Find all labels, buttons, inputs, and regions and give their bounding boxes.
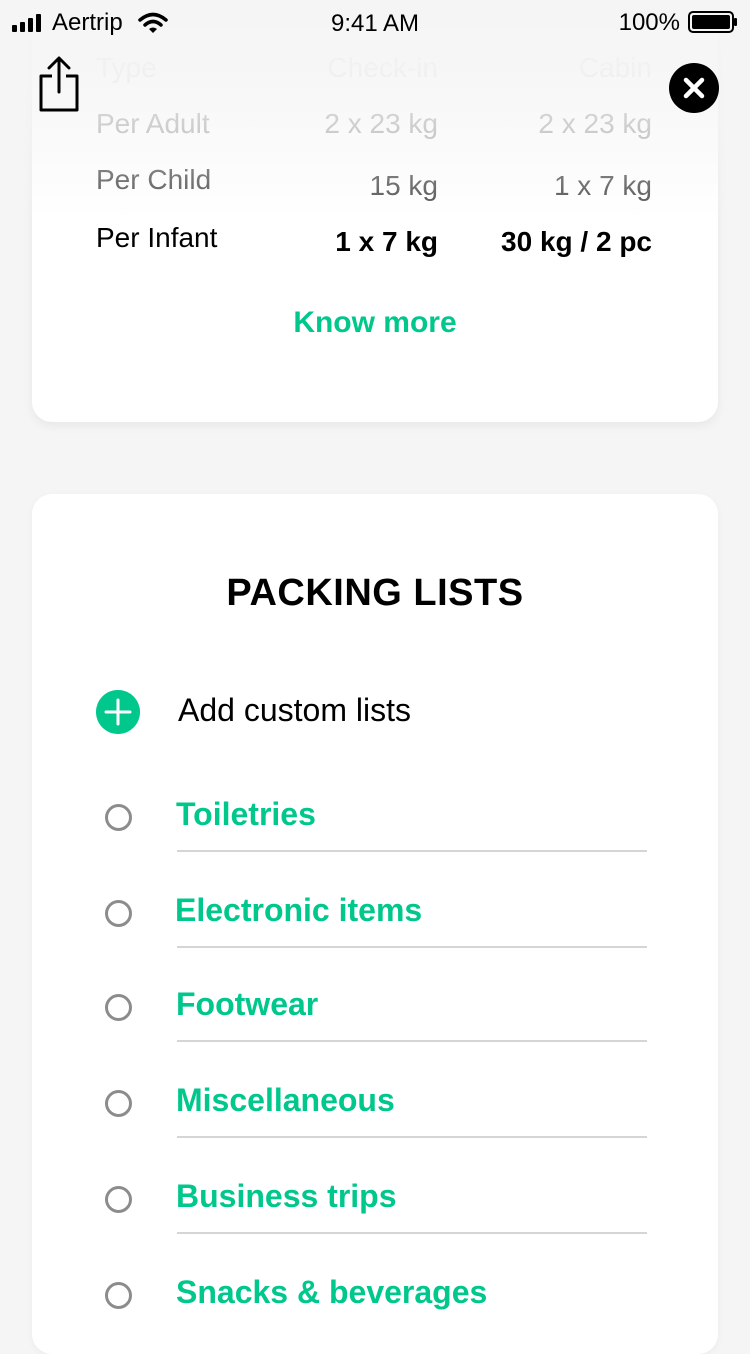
list-item-label: Snacks & beverages [176, 1274, 488, 1310]
battery-percentage: 100% [618, 9, 680, 36]
add-custom-lists-label: Add custom lists [178, 692, 411, 728]
baggage-cabin: 30 kg / 2 pc [501, 226, 652, 257]
radio-icon[interactable] [105, 994, 132, 1021]
baggage-header-row: Type Check-in Cabin [96, 52, 652, 92]
divider [177, 1136, 647, 1138]
battery-icon [688, 11, 737, 33]
baggage-row-child: Per Child 15 kg 1 x 7 kg [96, 164, 652, 204]
packing-list-item-miscellaneous[interactable]: Miscellaneous [96, 1082, 656, 1142]
list-item-label: Toiletries [176, 796, 316, 832]
baggage-checkin: 1 x 7 kg [335, 226, 438, 257]
list-item-label: Electronic items [175, 892, 423, 928]
baggage-type: Per Child [96, 164, 212, 195]
baggage-checkin: 15 kg [369, 170, 439, 201]
radio-icon[interactable] [105, 804, 132, 831]
radio-icon[interactable] [105, 1186, 132, 1213]
divider [177, 850, 647, 852]
divider [177, 946, 647, 948]
packing-list-item-snacks-beverages[interactable]: Snacks & beverages [96, 1274, 656, 1334]
radio-icon[interactable] [105, 900, 132, 927]
list-item-label: Footwear [176, 986, 319, 1022]
know-more-link[interactable]: Know more [32, 306, 718, 340]
radio-icon[interactable] [105, 1282, 132, 1309]
baggage-row-adult: Per Adult 2 x 23 kg 2 x 23 kg [96, 108, 652, 148]
divider [177, 1232, 647, 1234]
divider [177, 1040, 647, 1042]
packing-list-item-business-trips[interactable]: Business trips [96, 1178, 656, 1238]
baggage-row-infant: Per Infant 1 x 7 kg 30 kg / 2 pc [96, 222, 652, 262]
radio-icon[interactable] [105, 1090, 132, 1117]
column-header-type: Type [96, 52, 157, 83]
baggage-cabin: 2 x 23 kg [538, 108, 652, 139]
status-bar: Aertrip 9:41 AM 100% [0, 0, 750, 50]
baggage-type: Per Adult [96, 108, 210, 139]
baggage-card: Type Check-in Cabin Per Adult 2 x 23 kg … [32, 30, 718, 422]
packing-list-item-footwear[interactable]: Footwear [96, 986, 656, 1046]
column-header-cabin: Cabin [578, 52, 652, 83]
baggage-checkin: 2 x 23 kg [324, 108, 438, 139]
list-item-label: Business trips [176, 1178, 397, 1214]
packing-list-item-electronic-items[interactable]: Electronic items [96, 892, 656, 952]
packing-lists-title: PACKING LISTS [226, 572, 524, 614]
list-item-label: Miscellaneous [176, 1082, 395, 1118]
add-icon [96, 690, 140, 734]
baggage-cabin: 1 x 7 kg [553, 170, 652, 201]
close-icon[interactable] [669, 63, 719, 113]
share-icon[interactable] [38, 56, 80, 112]
baggage-type: Per Infant [96, 222, 218, 253]
column-header-checkin: Check-in [327, 52, 438, 83]
add-custom-lists-button[interactable]: Add custom lists [96, 690, 656, 734]
packing-list-item-toiletries[interactable]: Toiletries [96, 796, 656, 856]
packing-lists-card: PACKING LISTS Add custom lists Toiletrie… [32, 494, 718, 1354]
